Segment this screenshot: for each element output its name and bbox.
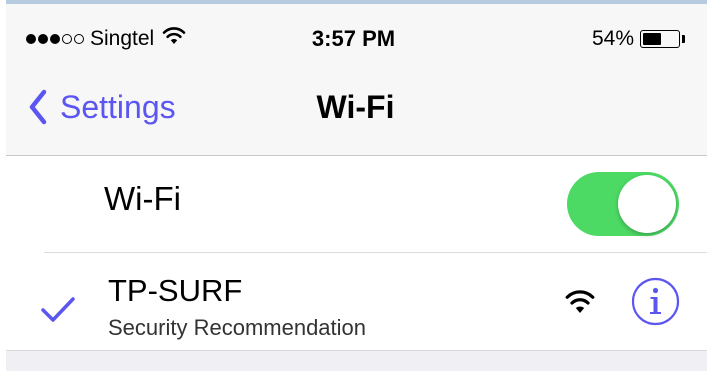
wifi-toggle-switch[interactable] xyxy=(567,172,679,236)
section-footer xyxy=(0,350,707,371)
checkmark-icon xyxy=(41,297,75,322)
wifi-toggle-row: Wi-Fi xyxy=(0,156,707,252)
chevron-left-icon xyxy=(29,89,47,125)
signal-dots-icon xyxy=(26,34,84,44)
window-left-edge xyxy=(0,0,6,371)
signal-dot xyxy=(74,34,84,44)
network-row-tp-surf[interactable]: TP-SURF Security Recommendation xyxy=(0,253,707,350)
status-bar-left: Singtel xyxy=(26,22,186,56)
back-button[interactable]: Settings xyxy=(28,82,176,132)
back-label: Settings xyxy=(60,88,176,125)
network-subtitle: Security Recommendation xyxy=(108,315,367,340)
wifi-toggle-label: Wi-Fi xyxy=(104,180,181,217)
battery-percentage: 54% xyxy=(591,27,634,50)
network-name: TP-SURF xyxy=(108,273,243,308)
signal-dot xyxy=(26,34,36,44)
wifi-settings-screen: Singtel 3:57 PM 54% Settings Wi-Fi Wi-Fi xyxy=(0,0,707,371)
battery-fill xyxy=(643,33,661,45)
signal-dot xyxy=(50,34,60,44)
battery-icon xyxy=(640,30,680,48)
wifi-icon xyxy=(162,27,186,51)
signal-dot xyxy=(38,34,48,44)
status-bar-right: 54% xyxy=(592,22,685,56)
battery-cap xyxy=(682,35,685,43)
signal-dot xyxy=(62,34,72,44)
wifi-signal-icon xyxy=(565,290,595,313)
toggle-knob xyxy=(618,175,676,233)
info-icon[interactable] xyxy=(631,277,680,326)
carrier-name: Singtel xyxy=(90,27,155,50)
